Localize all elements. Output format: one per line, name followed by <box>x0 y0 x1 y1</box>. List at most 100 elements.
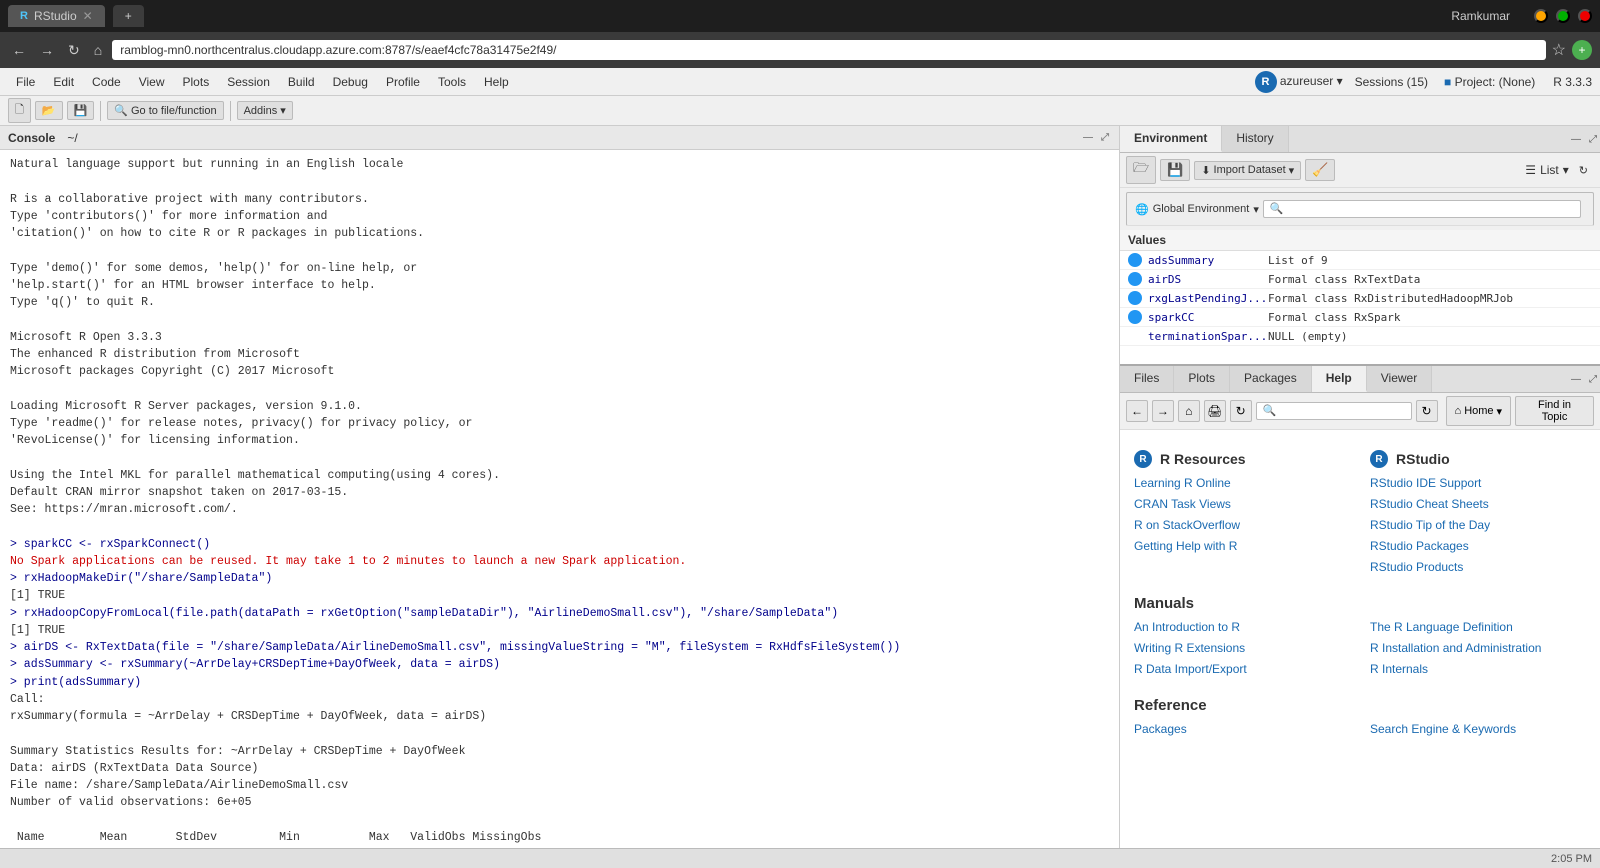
menu-item-profile[interactable]: Profile <box>378 71 428 93</box>
help-print-button[interactable]: 🖨 <box>1204 400 1226 422</box>
address-input[interactable] <box>112 40 1545 60</box>
env-row-rxg[interactable]: rxgLastPendingJ... Formal class RxDistri… <box>1120 289 1600 308</box>
back-button[interactable]: ← <box>8 40 30 60</box>
env-value-sparkcc: Formal class RxSpark <box>1268 311 1400 324</box>
tab-plots[interactable]: Plots <box>1174 366 1230 392</box>
console-cmd-6: > print(adsSummary) <box>10 674 1109 691</box>
help-back-button[interactable]: ← <box>1126 400 1148 422</box>
home-button[interactable]: ⌂ <box>90 40 106 60</box>
env-load-button[interactable]: 🗁 <box>1126 156 1156 184</box>
menu-item-session[interactable]: Session <box>219 71 278 93</box>
link-r-language-definition[interactable]: The R Language Definition <box>1370 620 1586 634</box>
env-import-dataset-button[interactable]: ⬇ List Import Dataset ▾ <box>1194 161 1301 180</box>
env-refresh-button[interactable]: ↻ <box>1573 162 1594 179</box>
link-packages[interactable]: Packages <box>1134 722 1350 736</box>
help-refresh-button[interactable]: ↻ <box>1230 400 1252 422</box>
tab-viewer[interactable]: Viewer <box>1367 366 1432 392</box>
env-row-termination[interactable]: terminationSpar... NULL (empty) <box>1120 327 1600 346</box>
extension-button[interactable]: + <box>1572 40 1592 60</box>
browser-tab-rstudio[interactable]: R RStudio ✕ <box>8 5 105 27</box>
help-home-nav-button[interactable]: ⌂ <box>1178 400 1200 422</box>
link-r-stackoverflow[interactable]: R on StackOverflow <box>1134 518 1350 532</box>
window-close-button[interactable] <box>1578 9 1592 23</box>
help-search-input[interactable] <box>1256 402 1412 420</box>
menu-item-debug[interactable]: Debug <box>325 71 376 93</box>
env-value-termination: NULL (empty) <box>1268 330 1347 343</box>
menu-item-edit[interactable]: Edit <box>45 71 82 93</box>
maximize-button[interactable] <box>1556 9 1570 23</box>
help-search-refresh-button[interactable]: ↻ <box>1416 400 1438 422</box>
console-output-summary-header: Summary Statistics Results for: ~ArrDela… <box>10 743 1109 760</box>
menu-item-plots[interactable]: Plots <box>175 71 218 93</box>
console-line-2 <box>10 173 1109 190</box>
reload-button[interactable]: ↻ <box>64 40 84 61</box>
reference-section-title: Reference <box>1134 697 1586 714</box>
console-cmd-2: > rxHadoopMakeDir("/share/SampleData") <box>10 570 1109 587</box>
tab-packages[interactable]: Packages <box>1230 366 1312 392</box>
user-menu-chevron[interactable]: ▾ <box>1337 74 1343 88</box>
link-getting-help-r[interactable]: Getting Help with R <box>1134 539 1350 553</box>
help-panel-minimize[interactable]: — <box>1568 373 1584 386</box>
link-r-data-import[interactable]: R Data Import/Export <box>1134 662 1350 676</box>
env-row-airds[interactable]: airDS Formal class RxTextData <box>1120 270 1600 289</box>
env-row-adssummary[interactable]: adsSummary List of 9 <box>1120 251 1600 270</box>
link-rstudio-ide-support[interactable]: RStudio IDE Support <box>1370 476 1586 490</box>
env-row-sparkcc[interactable]: sparkCC Formal class RxSpark <box>1120 308 1600 327</box>
tab-help[interactable]: Help <box>1312 366 1367 392</box>
tab-environment[interactable]: Environment <box>1120 126 1222 152</box>
link-r-internals[interactable]: R Internals <box>1370 662 1586 676</box>
env-clear-button[interactable]: 🧹 <box>1305 159 1335 181</box>
link-rstudio-products[interactable]: RStudio Products <box>1370 560 1586 574</box>
link-cran-task-views[interactable]: CRAN Task Views <box>1134 497 1350 511</box>
console-line-6 <box>10 242 1109 259</box>
browser-tab-new[interactable]: + <box>113 5 144 27</box>
find-in-topic-button[interactable]: Find in Topic <box>1515 396 1594 426</box>
link-r-installation[interactable]: R Installation and Administration <box>1370 641 1586 655</box>
menu-bar-right: R azureuser ▾ Sessions (15) ■ Project: (… <box>1255 71 1592 93</box>
help-forward-button[interactable]: → <box>1152 400 1174 422</box>
new-file-button[interactable]: 🗋 <box>8 98 31 123</box>
env-icon-sparkcc <box>1128 310 1142 324</box>
env-icon-airds <box>1128 272 1142 286</box>
console-maximize-icon[interactable]: ⤢ <box>1099 130 1111 145</box>
console-content[interactable]: Natural language support but running in … <box>0 150 1119 848</box>
tab-close-btn[interactable]: ✕ <box>83 9 93 23</box>
link-search-engine-keywords[interactable]: Search Engine & Keywords <box>1370 722 1586 736</box>
link-rstudio-packages[interactable]: RStudio Packages <box>1370 539 1586 553</box>
console-output-blank1 <box>10 725 1109 742</box>
tab-files[interactable]: Files <box>1120 366 1174 392</box>
link-learning-r-online[interactable]: Learning R Online <box>1134 476 1350 490</box>
minimize-button[interactable] <box>1534 9 1548 23</box>
menu-item-code[interactable]: Code <box>84 71 129 93</box>
env-global-dropdown[interactable]: 🌐 Global Environment ▾ <box>1126 192 1594 226</box>
menu-item-build[interactable]: Build <box>280 71 323 93</box>
menu-item-view[interactable]: View <box>131 71 173 93</box>
list-chevron-icon[interactable]: ▾ <box>1563 163 1569 177</box>
forward-button[interactable]: → <box>36 40 58 60</box>
rstudio-header: R RStudio <box>1370 450 1586 468</box>
console-minimize-icon[interactable]: — <box>1081 130 1095 145</box>
env-search-input[interactable] <box>1263 200 1581 218</box>
menu-item-file[interactable]: File <box>8 71 43 93</box>
tab-history[interactable]: History <box>1222 126 1288 152</box>
link-rstudio-tip-of-day[interactable]: RStudio Tip of the Day <box>1370 518 1586 532</box>
save-button[interactable]: 💾 <box>67 101 95 120</box>
menu-item-tools[interactable]: Tools <box>430 71 474 93</box>
link-writing-r-extensions[interactable]: Writing R Extensions <box>1134 641 1350 655</box>
help-home-dropdown-button[interactable]: ⌂ Home ▾ <box>1446 396 1512 426</box>
link-rstudio-cheat-sheets[interactable]: RStudio Cheat Sheets <box>1370 497 1586 511</box>
env-panel-minimize[interactable]: — <box>1568 133 1584 146</box>
go-to-file-button[interactable]: 🔍 Go to file/function <box>107 101 223 120</box>
sessions-label[interactable]: Sessions (15) <box>1355 75 1428 89</box>
help-nav-controls: ⌂ Home ▾ Find in Topic <box>1446 396 1594 426</box>
bottom-right-tabs: Files Plots Packages Help Viewer — ⤢ <box>1120 366 1600 393</box>
addins-button[interactable]: Addins ▾ <box>237 101 293 120</box>
help-panel-maximize[interactable]: ⤢ <box>1586 373 1600 386</box>
menu-item-help[interactable]: Help <box>476 71 517 93</box>
open-file-button[interactable]: 📂 <box>35 101 63 120</box>
link-intro-r[interactable]: An Introduction to R <box>1134 620 1350 634</box>
env-save-button[interactable]: 💾 <box>1160 159 1190 181</box>
bookmark-star-icon[interactable]: ☆ <box>1552 40 1566 60</box>
console-line-19: Using the Intel MKL for parallel mathema… <box>10 467 1109 484</box>
env-panel-maximize[interactable]: ⤢ <box>1586 133 1600 146</box>
